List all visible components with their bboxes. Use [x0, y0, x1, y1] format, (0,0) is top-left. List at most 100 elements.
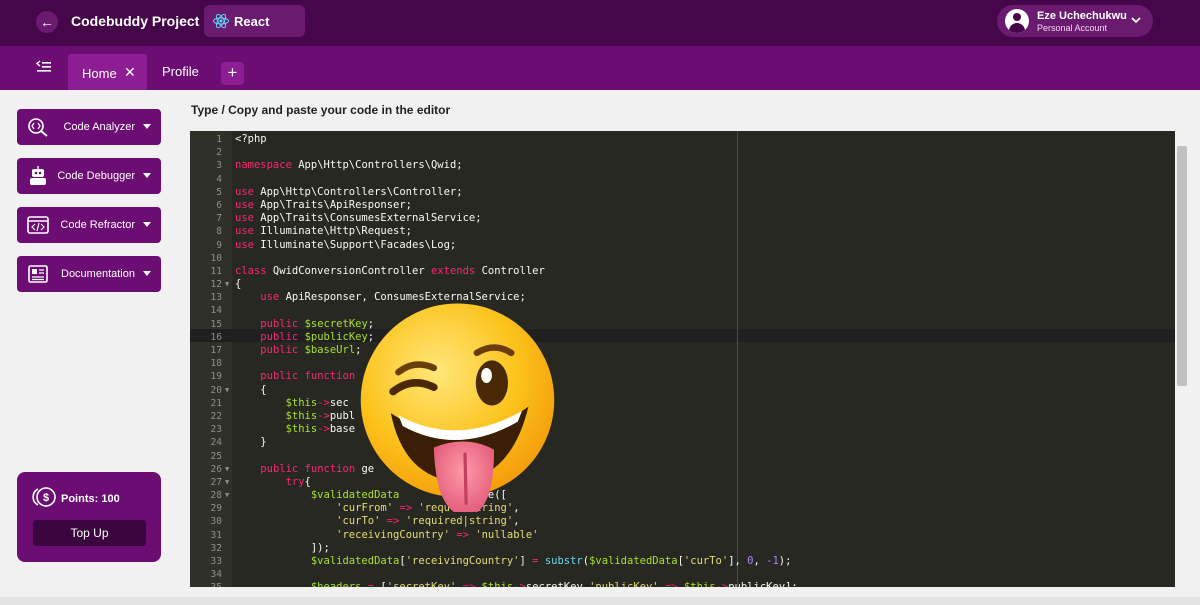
code-refractor-label: Code Refractor — [60, 219, 135, 231]
robot-icon — [30, 166, 46, 185]
code-line[interactable]: 1 <?php — [190, 133, 1175, 146]
code-text: namespace App\Http\Controllers\Qwid; — [235, 159, 463, 172]
line-number: 16 — [210, 331, 222, 343]
caret-down-icon — [143, 271, 151, 276]
horizontal-scrollbar[interactable] — [0, 597, 1200, 605]
points-label: Points: 100 — [61, 493, 120, 505]
code-text: try{ — [285, 475, 311, 488]
line-number: 34 — [210, 569, 222, 581]
tab-home[interactable]: Home ✕ — [68, 54, 147, 90]
line-number: 21 — [210, 397, 222, 409]
code-line[interactable]: 25 — [190, 450, 1175, 463]
code-text: use App\Traits\ConsumesExternalService; — [235, 212, 482, 225]
code-line[interactable]: 31 'receivingCountry' => 'nullable' — [190, 529, 1175, 542]
code-content[interactable]: 1 <?php 2 3 namespace App\Http\Controllers\Q… — [190, 133, 1175, 587]
fold-arrow-icon[interactable]: ▼ — [225, 476, 229, 489]
fold-arrow-icon[interactable]: ▼ — [225, 278, 229, 291]
code-line[interactable]: 11 class QwidConversionController extends… — [190, 265, 1175, 278]
code-line[interactable]: 18 — [190, 357, 1175, 370]
code-line[interactable]: 6 use App\Traits\ApiResponser; — [190, 199, 1175, 212]
line-number: 10 — [210, 252, 222, 264]
code-line[interactable]: 15 public $secretKey; — [190, 318, 1175, 331]
code-text: 'receivingCountry' => 'nullable' — [336, 528, 539, 541]
coins-icon: $ — [32, 487, 56, 507]
code-line[interactable]: 2 — [190, 146, 1175, 159]
svg-text:$: $ — [43, 492, 49, 504]
code-line[interactable]: 34 — [190, 568, 1175, 581]
code-line[interactable]: 4 — [190, 173, 1175, 186]
line-number: 25 — [210, 450, 222, 462]
documentation-button[interactable]: Documentation — [17, 256, 161, 292]
line-number: 19 — [210, 371, 222, 383]
document-icon — [28, 265, 48, 283]
code-line[interactable]: 9 use Illuminate\Support\Facades\Log; — [190, 239, 1175, 252]
tab-home-label: Home — [82, 66, 117, 81]
code-analyzer-label: Code Analyzer — [63, 121, 135, 133]
code-line[interactable]: 22 $this->publ EY'); — [190, 410, 1175, 423]
code-text: ]); — [235, 541, 330, 554]
code-line[interactable]: 26▼ public function ge ){ — [190, 463, 1175, 476]
points-card: $ Points: 100 Top Up — [17, 472, 161, 562]
search-code-icon — [28, 118, 48, 137]
code-line[interactable]: 32 ]); — [190, 542, 1175, 555]
code-line[interactable]: 12 ▼ { — [190, 278, 1175, 291]
code-line[interactable]: 5 use App\Http\Controllers\Controller; — [190, 186, 1175, 199]
code-text: use App\Traits\ApiResponser; — [235, 198, 413, 211]
editor-scrollbar-thumb[interactable] — [1177, 146, 1187, 386]
winking-face-tongue-emoji-icon — [360, 303, 555, 512]
code-line[interactable]: 19 public function — [190, 370, 1175, 383]
code-line[interactable]: 13 use ApiResponser, ConsumesExternalSer… — [190, 291, 1175, 304]
code-line[interactable]: 14 — [190, 304, 1175, 317]
fold-arrow-icon[interactable]: ▼ — [225, 463, 229, 476]
code-line[interactable]: 30 'curTo' => 'required|string', — [190, 515, 1175, 528]
code-line[interactable]: 27 ▼ try{ — [190, 476, 1175, 489]
code-text: } — [235, 436, 267, 449]
code-analyzer-button[interactable]: Code Analyzer — [17, 109, 161, 145]
code-line[interactable]: 29 'curFrom' => 'requ tring', — [190, 502, 1175, 515]
back-arrow-icon[interactable]: ← — [36, 11, 58, 33]
code-line[interactable]: 3 namespace App\Http\Controllers\Qwid; — [190, 159, 1175, 172]
chevron-down-icon[interactable] — [1130, 14, 1142, 26]
code-line[interactable]: 16 public $publicKey; — [190, 331, 1175, 344]
code-line[interactable]: 10 — [190, 252, 1175, 265]
top-up-button[interactable]: Top Up — [33, 520, 146, 546]
code-text: use App\Http\Controllers\Controller; — [235, 185, 463, 198]
code-line[interactable]: 33 $validatedData['receivingCountry'] = … — [190, 555, 1175, 568]
line-number: 24 — [210, 437, 222, 449]
line-number: 27 — [210, 476, 222, 488]
caret-down-icon — [143, 124, 151, 129]
line-number: 14 — [210, 305, 222, 317]
code-line[interactable]: 17 public $baseUrl; — [190, 344, 1175, 357]
line-number: 17 — [210, 345, 222, 356]
user-account-menu[interactable]: Eze Uchechukwu Personal Account — [997, 5, 1153, 37]
fold-arrow-icon[interactable]: ▼ — [225, 384, 229, 397]
user-name: Eze Uchechukwu — [1037, 10, 1127, 22]
code-line[interactable]: 20 ▼ { — [190, 384, 1175, 397]
code-debugger-button[interactable]: Code Debugger — [17, 158, 161, 194]
sidebar-collapse-icon[interactable] — [36, 60, 52, 74]
code-text: use Illuminate\Http\Request; — [235, 225, 413, 238]
code-refractor-button[interactable]: Code Refractor — [17, 207, 161, 243]
code-line[interactable]: 23 $this->base _URL'); — [190, 423, 1175, 436]
code-line[interactable]: 24 } — [190, 436, 1175, 449]
caret-down-icon — [143, 222, 151, 227]
code-text: $headers = ['secretKey' => $this->secret… — [235, 581, 798, 587]
tab-profile[interactable]: Profile — [162, 64, 199, 79]
line-number: 3 — [216, 160, 222, 172]
editor-instruction: Type / Copy and paste your code in the e… — [191, 103, 451, 117]
framework-chip[interactable]: React — [204, 5, 305, 37]
code-line[interactable]: 7 use App\Traits\ConsumesExternalService; — [190, 212, 1175, 225]
code-line[interactable]: 28▼ $validatedData date([ — [190, 489, 1175, 502]
code-line[interactable]: 21 $this->sec EY'); — [190, 397, 1175, 410]
add-tab-button[interactable]: + — [221, 62, 244, 85]
code-text: $validatedData['receivingCountry'] = sub… — [310, 555, 792, 567]
code-line[interactable]: 35 $headers = ['secretKey' => $this->sec… — [190, 581, 1175, 587]
line-number: 6 — [216, 199, 222, 211]
code-debugger-label: Code Debugger — [57, 170, 135, 182]
close-icon[interactable]: ✕ — [124, 64, 136, 81]
line-number: 30 — [210, 516, 222, 528]
code-text: public function — [260, 370, 356, 383]
fold-arrow-icon[interactable]: ▼ — [225, 489, 229, 502]
code-editor[interactable]: 1 <?php 2 3 namespace App\Http\Controllers\Q… — [190, 131, 1175, 587]
code-line[interactable]: 8 use Illuminate\Http\Request; — [190, 225, 1175, 238]
